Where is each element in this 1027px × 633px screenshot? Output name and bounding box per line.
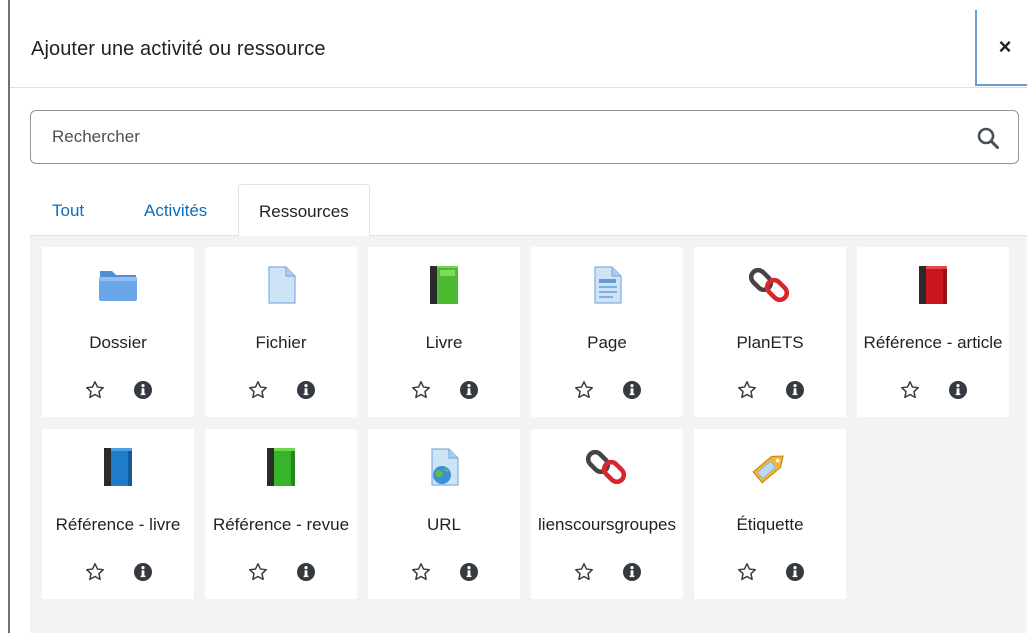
book-blue-icon bbox=[104, 448, 132, 486]
resource-card-reference-revue[interactable]: Référence - revue bbox=[205, 429, 357, 599]
tab-activities[interactable]: Activités bbox=[144, 184, 207, 236]
page-icon bbox=[594, 266, 622, 304]
star-icon[interactable] bbox=[410, 379, 432, 401]
book-green-icon bbox=[430, 266, 458, 304]
resource-card-lienscoursgroupes[interactable]: lienscoursgroupes bbox=[531, 429, 683, 599]
info-icon[interactable] bbox=[785, 562, 805, 582]
modal-title: Ajouter une activité ou ressource bbox=[31, 38, 326, 60]
info-icon[interactable] bbox=[459, 380, 479, 400]
star-icon[interactable] bbox=[899, 379, 921, 401]
resource-name: Référence - livre bbox=[55, 515, 181, 534]
resource-card-livre[interactable]: Livre bbox=[368, 247, 520, 417]
info-icon[interactable] bbox=[459, 562, 479, 582]
star-icon[interactable] bbox=[736, 561, 758, 583]
resource-card-reference-livre[interactable]: Référence - livre bbox=[42, 429, 194, 599]
info-icon[interactable] bbox=[948, 380, 968, 400]
link-icon bbox=[585, 449, 627, 485]
star-icon[interactable] bbox=[84, 379, 106, 401]
resource-name: Fichier bbox=[255, 333, 307, 352]
resource-card-reference-article[interactable]: Référence - article bbox=[857, 247, 1009, 417]
resource-card-dossier[interactable]: Dossier bbox=[42, 247, 194, 417]
info-icon[interactable] bbox=[296, 380, 316, 400]
info-icon[interactable] bbox=[133, 380, 153, 400]
tab-all[interactable]: Tout bbox=[52, 184, 84, 236]
info-icon[interactable] bbox=[296, 562, 316, 582]
info-icon[interactable] bbox=[622, 562, 642, 582]
book-green-icon bbox=[267, 448, 295, 486]
resource-name: Dossier bbox=[89, 333, 147, 352]
resource-name: PlanETS bbox=[736, 333, 804, 352]
search-input[interactable] bbox=[31, 111, 961, 163]
close-button[interactable]: × bbox=[975, 10, 1027, 86]
close-icon: × bbox=[998, 34, 1012, 59]
info-icon[interactable] bbox=[133, 562, 153, 582]
info-icon[interactable] bbox=[785, 380, 805, 400]
resource-name: Référence - article bbox=[863, 333, 1003, 352]
link-icon bbox=[748, 267, 790, 303]
book-red-icon bbox=[919, 266, 947, 304]
star-icon[interactable] bbox=[736, 379, 758, 401]
tab-resources[interactable]: Ressources bbox=[238, 184, 370, 237]
resource-card-planets[interactable]: PlanETS bbox=[694, 247, 846, 417]
search-box bbox=[30, 110, 1019, 164]
star-icon[interactable] bbox=[573, 379, 595, 401]
folder-icon bbox=[99, 271, 137, 301]
star-icon[interactable] bbox=[247, 561, 269, 583]
resource-grid: Dossier Fichier Livre Page PlanETS Référ… bbox=[30, 236, 1027, 633]
search-icon[interactable] bbox=[976, 126, 1000, 150]
star-icon[interactable] bbox=[247, 379, 269, 401]
label-tag-icon bbox=[752, 455, 784, 484]
tab-bar: Tout Activités Ressources bbox=[30, 184, 1027, 237]
modal-header: Ajouter une activité ou ressource × bbox=[10, 10, 1027, 88]
resource-name: Étiquette bbox=[736, 515, 804, 534]
add-activity-modal: Ajouter une activité ou ressource × Tout… bbox=[10, 0, 1027, 633]
info-icon[interactable] bbox=[622, 380, 642, 400]
star-icon[interactable] bbox=[573, 561, 595, 583]
file-icon bbox=[268, 266, 296, 304]
star-icon[interactable] bbox=[84, 561, 106, 583]
resource-card-url[interactable]: URL bbox=[368, 429, 520, 599]
star-icon[interactable] bbox=[410, 561, 432, 583]
resource-name: Page bbox=[587, 333, 627, 352]
resource-card-fichier[interactable]: Fichier bbox=[205, 247, 357, 417]
resource-name: lienscoursgroupes bbox=[538, 515, 676, 534]
resource-name: Référence - revue bbox=[212, 515, 350, 534]
resource-card-etiquette[interactable]: Étiquette bbox=[694, 429, 846, 599]
resource-name: Livre bbox=[425, 333, 463, 352]
url-icon bbox=[431, 448, 459, 486]
resource-card-page[interactable]: Page bbox=[531, 247, 683, 417]
resource-name: URL bbox=[426, 515, 461, 534]
